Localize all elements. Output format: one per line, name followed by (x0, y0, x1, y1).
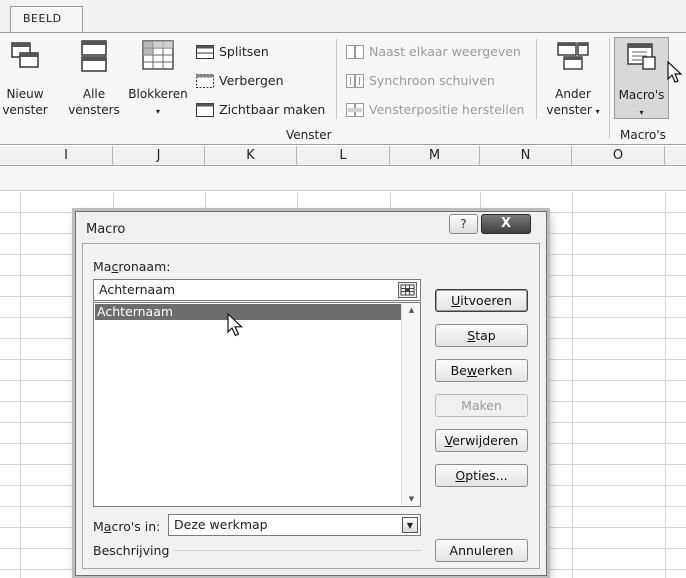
macro-list[interactable]: Achternaam ▲ ▼ (93, 302, 421, 507)
group-label-macros: Macro's (620, 128, 666, 142)
column-header-n[interactable]: N (480, 146, 572, 166)
create-button[interactable]: Maken (435, 394, 528, 417)
new-window-icon (11, 42, 39, 68)
options-button[interactable]: Opties... (435, 464, 528, 487)
freeze-panes-icon (142, 40, 174, 70)
run-button[interactable]: Uitvoeren (435, 289, 528, 312)
view-side-by-side-button[interactable]: Naast elkaar weergeven (346, 41, 521, 63)
tab-beeld[interactable]: BEELD (10, 6, 83, 33)
unhide-window-icon (196, 102, 214, 117)
ribbon-separator (609, 39, 610, 139)
macros-button[interactable]: Macro's ▾ (614, 37, 669, 119)
reset-window-position-button[interactable]: Vensterpositie herstellen (346, 99, 524, 121)
column-header-l[interactable]: L (297, 146, 390, 166)
freeze-panes-button[interactable]: Blokkeren ▾ (124, 33, 192, 128)
macros-in-dropdown[interactable]: Deze werkmap ▼ (168, 514, 421, 536)
hide-window-icon (196, 73, 214, 88)
side-by-side-icon (346, 44, 364, 59)
column-header-o[interactable]: O (572, 146, 665, 166)
synchronous-scrolling-button[interactable]: Synchroon schuiven (346, 70, 495, 92)
column-header-m[interactable]: M (390, 146, 480, 166)
switch-windows-button[interactable]: Ander venster ▾ (540, 33, 606, 128)
list-item[interactable]: Achternaam (95, 304, 401, 320)
help-button[interactable]: ? (449, 214, 478, 234)
scroll-down-arrow-icon[interactable]: ▼ (402, 495, 421, 503)
delete-button[interactable]: Verwijderen (435, 429, 528, 452)
close-button[interactable]: X (481, 214, 531, 234)
sheet-top-strip (0, 167, 686, 191)
list-scrollbar[interactable]: ▲ ▼ (401, 303, 420, 506)
split-icon (196, 44, 214, 59)
sync-scroll-icon (346, 73, 364, 88)
step-into-button[interactable]: Stap (435, 324, 528, 347)
macro-name-input[interactable]: Achternaam (93, 279, 421, 301)
unhide-window-button[interactable]: Zichtbaar maken (196, 99, 325, 121)
macros-icon (626, 43, 656, 70)
cancel-button[interactable]: Annuleren (435, 539, 528, 562)
hide-window-button[interactable]: Verbergen (196, 70, 284, 92)
chevron-down-icon[interactable]: ▼ (402, 517, 418, 533)
arrange-all-button[interactable]: Alle vensters (66, 33, 122, 128)
group-label-window: Venster (286, 128, 332, 142)
ribbon-tab-bar: BEELD (0, 0, 686, 33)
column-header-j[interactable]: J (113, 146, 205, 166)
description-divider (173, 550, 421, 551)
arrange-all-icon (81, 40, 107, 72)
ribbon-separator (336, 39, 337, 119)
dialog-body: Macronaam: Achternaam Achternaam ▲ ▼ Mac… (82, 243, 540, 569)
column-header-i[interactable]: I (20, 146, 113, 166)
ribbon: Nieuwvenster Allevensters Blokkeren▾ (0, 32, 686, 145)
edit-button[interactable]: Bewerken (435, 359, 528, 382)
ribbon-separator (536, 39, 537, 119)
dialog-title: Macro (86, 222, 126, 237)
range-picker-icon (400, 284, 415, 296)
mouse-cursor-icon (667, 61, 683, 83)
range-picker-button[interactable] (398, 282, 417, 298)
scroll-up-arrow-icon[interactable]: ▲ (402, 306, 421, 314)
macros-in-value: Deze werkmap (174, 517, 268, 532)
reset-position-icon (346, 102, 364, 117)
split-button[interactable]: Splitsen (196, 41, 269, 63)
column-header-k[interactable]: K (205, 146, 297, 166)
new-window-button[interactable]: Nieuw venster (0, 33, 50, 128)
column-headers: I J K L M N O (0, 146, 686, 166)
macro-name-label: Macronaam: (93, 259, 171, 274)
macros-in-label: Macro's in: (93, 519, 161, 534)
description-label: Beschrijving (93, 543, 170, 558)
mouse-cursor-icon (227, 313, 244, 337)
macro-dialog: Macro ? X Macronaam: Achternaam Achterna… (75, 211, 547, 576)
switch-windows-icon (557, 42, 589, 70)
